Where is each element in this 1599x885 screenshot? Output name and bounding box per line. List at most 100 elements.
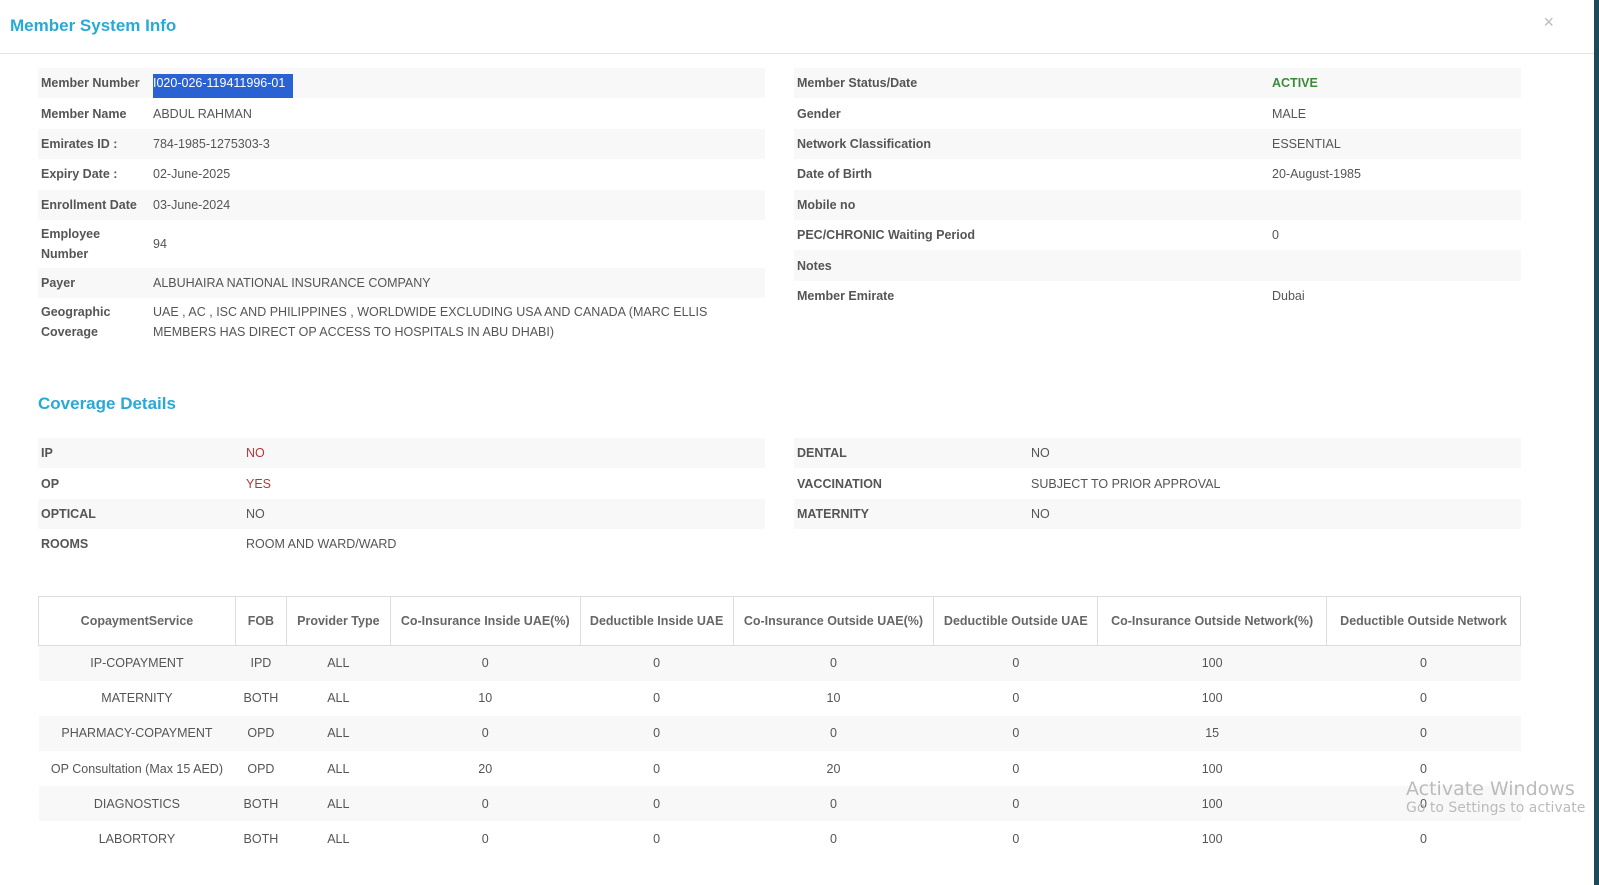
table-cell: ALL [327,691,350,706]
info-label: Gender [797,106,841,121]
table-cell: ALL [327,796,350,811]
table-row: DIAGNOSTICS BOTH ALL 0 0 0 0 100 0 [38,786,1521,822]
close-icon[interactable]: × [1543,12,1554,33]
table-cell: 20 [826,761,841,776]
coverage-value: NO [1031,506,1050,521]
info-row: Member Emirate Dubai [794,281,1521,311]
table-cell: 0 [481,832,489,847]
info-label: Expiry Date : [41,167,118,182]
table-row: IP-COPAYMENT IPD ALL 0 0 0 0 100 0 [38,645,1521,681]
table-cell: 0 [653,726,661,741]
table-cell: ALL [327,832,350,847]
info-value: 784-1985-1275303-3 [153,136,270,151]
table-cell: 0 [1012,691,1020,706]
info-row: Gender MALE [794,98,1521,128]
table-cell: 0 [481,796,489,811]
coverage-value: YES [246,476,272,491]
info-value: 03-June-2024 [153,197,231,212]
coverage-row: IP NO [38,438,765,469]
info-label: Enrollment Date [41,197,137,212]
info-row: Emirates ID : 784-1985-1275303-3 [38,128,765,160]
info-label: Emirates ID : [41,136,118,151]
table-cell: 0 [653,761,661,776]
table-cell: 100 [1201,761,1223,776]
info-value: MALE [1272,106,1307,121]
info-row: Mobile no [794,189,1521,220]
table-cell: 0 [1012,656,1020,671]
info-row: Employee Number 94 [38,220,765,268]
table-cell: 0 [1420,726,1427,741]
watermark-line1: Activate Windows [1406,778,1575,800]
info-label: Member Name [41,106,127,121]
table-cell: 10 [826,691,841,706]
table-cell: 0 [1420,691,1427,706]
table-cell: 0 [829,656,837,671]
table-row: LABORTORY BOTH ALL 0 0 0 0 100 0 [39,821,1521,856]
table-cell: LABORTORY [98,832,176,847]
coverage-right: DENTAL NO VACCINATION SUBJECT TO PRIOR APP… [794,438,1521,530]
info-label: Geographic Coverage [41,305,111,340]
table-cell: BOTH [243,796,279,811]
member-number-value[interactable]: I020-026-119411996-01 [150,69,296,99]
coverage-value: ROOM AND WARD/WARD [246,537,397,552]
column-header: Deductible Outside Network [1326,596,1521,646]
coverage-label: VACCINATION [797,476,882,491]
info-row: Geographic Coverage UAE , AC , ISC AND PH… [38,298,765,346]
coverage-details-heading: Coverage Details [38,394,176,413]
coverage-value: NO [246,506,265,521]
table-cell: 100 [1201,832,1223,847]
info-row: PEC/CHRONIC Waiting Period 0 [794,220,1521,250]
table-cell: 0 [1420,656,1427,671]
info-label: Mobile no [797,197,856,212]
copayment-table: CopaymentService FOB Provider Type Co-Insur… [38,596,1521,857]
table-cell: 0 [829,726,837,741]
coverage-label: OP [41,476,60,491]
table-cell: PHARMACY-COPAYMENT [61,726,213,741]
table-cell: 0 [829,832,837,847]
coverage-value: NO [246,446,265,461]
coverage-label: ROOMS [41,537,89,552]
watermark-line2: Go to Settings to activate [1406,800,1586,816]
coverage-value: NO [1031,446,1050,461]
table-cell: 0 [481,726,489,741]
info-label: Payer [41,276,76,291]
info-label: PEC/CHRONIC Waiting Period [797,228,976,243]
member-info-right: Member Status/Date ACTIVE Gender MALE Netw… [794,68,1521,311]
table-header-row: CopaymentService FOB Provider Type Co-Insur… [38,596,1521,646]
table-cell: 0 [1420,832,1427,847]
table-cell: 0 [829,796,837,811]
member-info-left: Member Number I020-026-119411996-01 Membe… [38,68,765,346]
table-cell: IP-COPAYMENT [90,656,184,671]
coverage-value: SUBJECT TO PRIOR APPROVAL [1031,476,1221,491]
table-cell: 10 [478,691,493,706]
table-cell: ALL [327,761,350,776]
coverage-row: DENTAL NO [794,438,1521,469]
column-header: Deductible Outside UAE [933,596,1099,646]
coverage-row: OP YES [38,468,765,498]
table-cell: 0 [1012,726,1020,741]
info-row: Notes [794,250,1521,281]
info-value: 02-June-2025 [153,167,231,182]
info-label: Member Emirate [797,288,895,303]
info-label: Employee Number [41,226,101,261]
table-cell: 0 [653,656,661,671]
table-cell: 0 [653,832,661,847]
info-value: Dubai [1272,288,1305,303]
coverage-label: OPTICAL [41,506,96,521]
info-row: Member Number I020-026-119411996-01 [38,68,765,99]
info-value: ABDUL RAHMAN [153,106,252,121]
info-value: 20-August-1985 [1272,167,1361,182]
table-row: OP Consultation (Max 15 AED) OPD ALL 20 0 20 0… [39,751,1521,786]
info-value: UAE , AC , ISC AND PHILIPPINES , WORLDWI… [153,305,708,340]
modal-header: Member System Info × [0,0,1594,54]
table-cell: 0 [653,796,661,811]
column-header: Deductible Inside UAE [579,596,734,646]
table-cell: 0 [1012,796,1020,811]
coverage-label: DENTAL [797,446,847,461]
table-cell: 0 [481,656,489,671]
coverage-label: IP [41,446,53,461]
table-cell: OPD [247,726,275,741]
info-label: Member Number [41,76,140,91]
table-cell: DIAGNOSTICS [93,796,181,811]
info-value: 0 [1272,228,1279,243]
